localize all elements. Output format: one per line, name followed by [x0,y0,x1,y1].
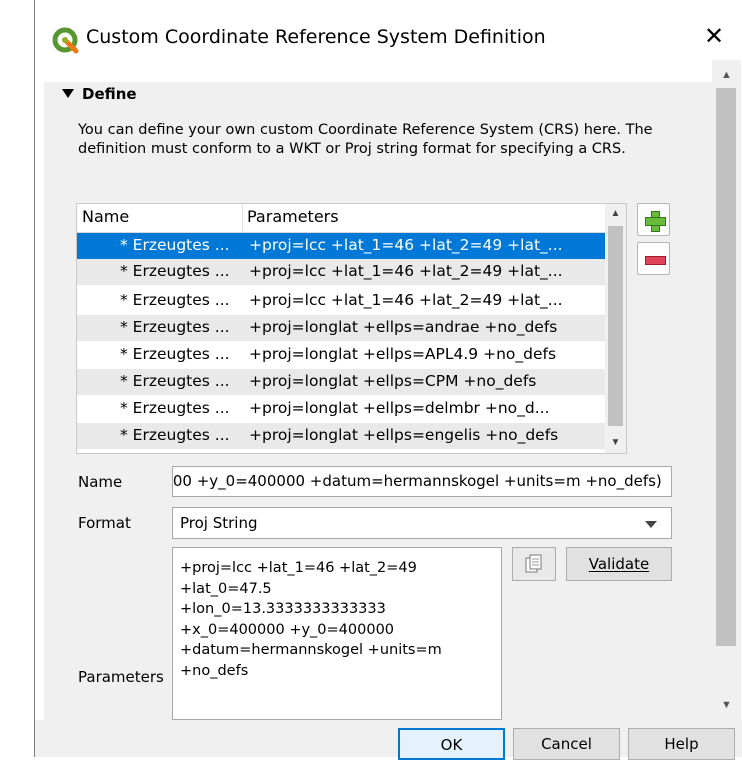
row-params: +proj=longlat +ellps=andrae +no_defs [249,318,558,336]
define-section-toggle[interactable]: Define [62,85,137,103]
row-params: +proj=longlat +ellps=CPM +no_defs [249,372,537,390]
plus-icon-bar [645,217,666,226]
copy-button[interactable] [512,547,556,581]
row-params: +proj=lcc +lat_1=46 +lat_2=49 +lat_... [249,262,563,280]
row-params: +proj=longlat +ellps=engelis +no_defs [249,426,559,444]
window-border [34,0,35,757]
table-row[interactable]: * Erzeugtes ... +proj=longlat +ellps=delm… [77,396,605,422]
validate-button[interactable]: Validate [566,547,672,581]
row-params: +proj=longlat +ellps=delmbr +no_d... [249,399,550,417]
close-icon[interactable]: ✕ [700,22,728,50]
row-name: * Erzeugtes ... [120,262,230,280]
table-row[interactable]: * Erzeugtes ... +proj=longlat +ellps=CPM … [77,369,605,395]
scroll-up-arrow-icon[interactable]: ▲ [712,64,741,86]
minus-icon [645,256,666,265]
column-header-parameters[interactable]: Parameters [247,207,339,226]
row-params: +proj=lcc +lat_1=46 +lat_2=49 +lat_... [249,291,563,309]
scroll-thumb[interactable] [608,226,623,426]
scroll-down-arrow-icon[interactable]: ▼ [712,694,741,716]
remove-crs-button[interactable] [637,242,670,275]
header-divider [242,204,243,232]
name-field[interactable]: )00 +y_0=400000 +datum=hermannskogel +un… [172,466,672,497]
format-label: Format [78,514,131,532]
row-name: * Erzeugtes ... [120,318,230,336]
parameters-textarea[interactable]: +proj=lcc +lat_1=46 +lat_2=49 +lat_0=47.… [172,547,502,720]
scroll-down-arrow-icon[interactable]: ▼ [605,433,626,453]
cancel-button[interactable]: Cancel [513,728,620,760]
define-heading: Define [82,85,137,103]
parameters-label: Parameters [78,668,164,686]
column-header-name[interactable]: Name [82,207,129,226]
collapse-triangle-icon [62,89,74,98]
row-params: +proj=lcc +lat_1=46 +lat_2=49 +lat_... [249,236,563,254]
table-row[interactable]: * Erzeugtes ... +proj=longlat +ellps=enge… [77,423,605,449]
row-name: * Erzeugtes ... [120,291,230,309]
row-name: * Erzeugtes ... [120,345,230,363]
help-button[interactable]: Help [628,728,735,760]
row-name: * Erzeugtes ... [120,426,230,444]
name-label: Name [78,473,123,491]
add-crs-button[interactable] [637,203,670,236]
row-name: * Erzeugtes ... [120,399,230,417]
crs-table[interactable]: Name Parameters * Erzeugtes ... +proj=lcc… [76,203,627,454]
table-row[interactable]: * Erzeugtes ... +proj=longlat +ellps=andr… [77,315,605,341]
copy-icon [525,554,542,573]
row-name: * Erzeugtes ... [120,372,230,390]
table-scrollbar[interactable]: ▲ ▼ [605,204,626,453]
define-description: You can define your own custom Coordinat… [78,122,653,157]
scroll-up-arrow-icon[interactable]: ▲ [605,204,626,224]
row-params: +proj=longlat +ellps=APL4.9 +no_defs [249,345,557,363]
qgis-logo-icon [52,27,79,54]
format-select[interactable]: Proj String [172,507,672,539]
ok-button[interactable]: OK [398,728,505,760]
window-title: Custom Coordinate Reference System Defin… [86,26,546,48]
table-row[interactable]: * Erzeugtes ... +proj=longlat +ellps=APL4… [77,342,605,368]
row-name: * Erzeugtes ... [120,236,230,254]
table-row[interactable]: * Erzeugtes ... +proj=lcc +lat_1=46 +lat_… [77,233,605,259]
format-selected-value: Proj String [180,514,258,532]
table-row[interactable]: * Erzeugtes ... +proj=lcc +lat_1=46 +lat_… [77,259,605,285]
dialog-scrollbar[interactable]: ▲ ▼ [712,60,741,720]
chevron-down-icon [645,521,657,528]
table-header: Name Parameters [77,204,605,233]
table-row[interactable]: * Erzeugtes ... +proj=lcc +lat_1=46 +lat_… [77,288,605,314]
scroll-thumb[interactable] [716,88,736,646]
